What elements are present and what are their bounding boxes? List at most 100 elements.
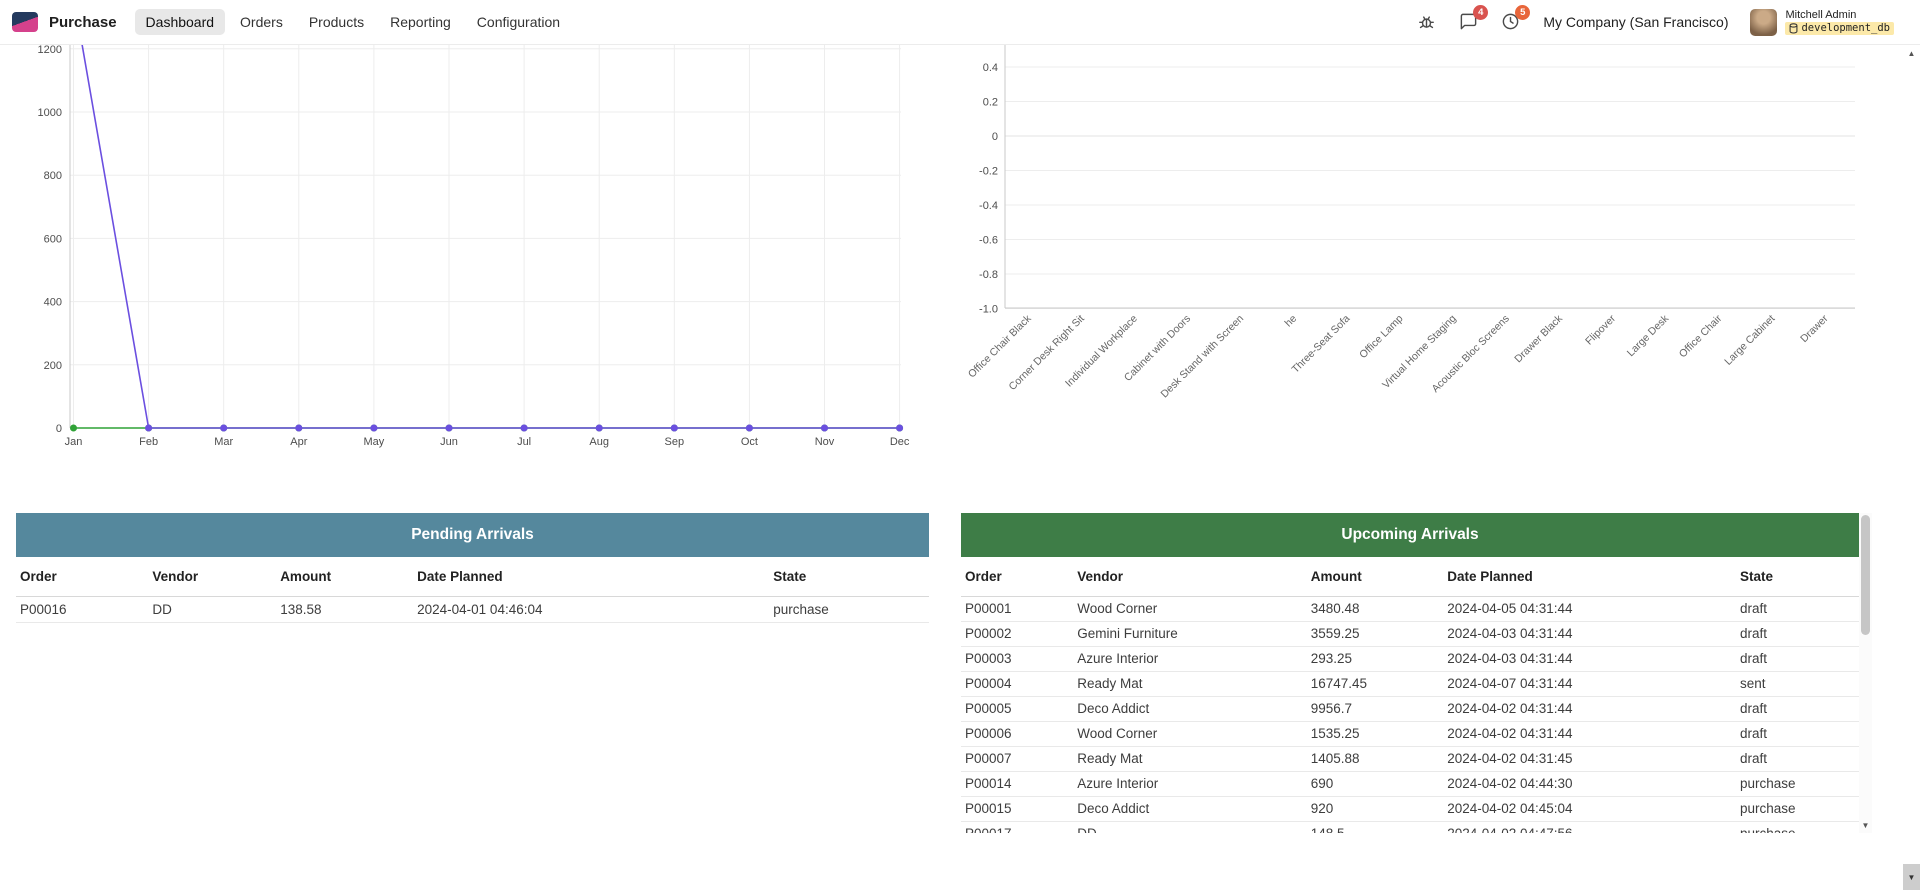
table-cell: P00003 [961,646,1073,671]
purchase-orders-line-chart[interactable]: 020040060080010001200JanFebMarAprMayJunJ… [0,45,920,457]
table-cell: 1535.25 [1307,721,1443,746]
column-header: State [769,557,929,596]
svg-text:0: 0 [56,423,62,435]
table-cell: draft [1736,621,1859,646]
table-cell: purchase [1736,821,1859,833]
app-switcher-icon[interactable] [12,12,38,32]
table-cell: draft [1736,596,1859,621]
bar-chart-canvas: 0.40.20-0.2-0.4-0.6-0.8-1.0Office Chair … [950,45,1872,457]
table-row[interactable]: P00004Ready Mat16747.452024-04-07 04:31:… [961,671,1859,696]
table-cell: P00004 [961,671,1073,696]
nav-right: 4 5 My Company (San Francisco) Mitchell … [1417,9,1908,36]
database-icon [1789,23,1798,34]
table-cell: 2024-04-07 04:31:44 [1443,671,1736,696]
scroll-down-button[interactable]: ▼ [1903,864,1920,890]
table-cell: sent [1736,671,1859,696]
svg-text:Drawer: Drawer [1798,312,1831,345]
table-scrollbar[interactable]: ▼ [1859,513,1872,833]
menu-products[interactable]: Products [298,9,375,35]
table-cell: 2024-04-03 04:31:44 [1443,646,1736,671]
svg-text:May: May [364,436,385,448]
table-cell: draft [1736,646,1859,671]
scroll-down-icon[interactable]: ▼ [1859,821,1872,830]
pending-arrivals-table: OrderVendorAmountDate PlannedState P0001… [16,557,929,623]
table-cell: 2024-04-01 04:46:04 [413,596,769,622]
svg-text:Apr: Apr [290,436,307,448]
table-cell: P00001 [961,596,1073,621]
table-cell: 2024-04-02 04:44:30 [1443,771,1736,796]
activities-badge: 5 [1515,5,1530,20]
debug-button[interactable] [1417,12,1437,32]
table-row[interactable]: P00005Deco Addict9956.72024-04-02 04:31:… [961,696,1859,721]
table-cell: purchase [1736,796,1859,821]
table-body: P00001Wood Corner3480.482024-04-05 04:31… [961,596,1859,833]
line-chart-canvas: 020040060080010001200JanFebMarAprMayJunJ… [0,45,920,457]
products-bar-chart[interactable]: 0.40.20-0.2-0.4-0.6-0.8-1.0Office Chair … [950,45,1872,457]
table-cell: P00014 [961,771,1073,796]
svg-text:600: 600 [44,233,62,245]
database-name: development_db [1801,22,1890,35]
svg-text:Feb: Feb [139,436,158,448]
svg-text:Mar: Mar [214,436,233,448]
svg-text:Large Cabinet: Large Cabinet [1722,313,1777,368]
user-block: Mitchell Admin development_db [1785,9,1894,36]
table-row[interactable]: P00003Azure Interior293.252024-04-03 04:… [961,646,1859,671]
menu-reporting[interactable]: Reporting [379,9,462,35]
app-name: Purchase [49,14,117,31]
table-cell: 2024-04-03 04:31:44 [1443,621,1736,646]
svg-text:Office Lamp: Office Lamp [1357,313,1405,361]
table-row[interactable]: P00001Wood Corner3480.482024-04-05 04:31… [961,596,1859,621]
table-row[interactable]: P00015Deco Addict9202024-04-02 04:45:04p… [961,796,1859,821]
svg-text:Drawer Black: Drawer Black [1512,312,1565,365]
table-cell: Ready Mat [1073,671,1306,696]
scroll-down-icon: ▼ [1908,873,1916,882]
table-cell: purchase [769,596,929,622]
table-cell: draft [1736,696,1859,721]
messages-button[interactable]: 4 [1459,12,1479,32]
table-cell: Azure Interior [1073,646,1306,671]
column-header: Order [16,557,148,596]
scroll-up-icon[interactable]: ▲ [1903,49,1920,58]
user-menu[interactable]: Mitchell Admin development_db [1750,9,1894,36]
table-row[interactable]: P00016DD138.582024-04-01 04:46:04purchas… [16,596,929,622]
table-cell: 1405.88 [1307,746,1443,771]
nav-left: Purchase Dashboard Orders Products Repor… [12,9,571,35]
avatar [1750,9,1777,36]
table-cell: 2024-04-02 04:31:44 [1443,696,1736,721]
activities-button[interactable]: 5 [1501,12,1521,32]
table-row[interactable]: P00007Ready Mat1405.882024-04-02 04:31:4… [961,746,1859,771]
svg-text:-0.8: -0.8 [979,269,998,281]
table-scrollbar-thumb[interactable] [1861,515,1870,635]
table-cell: 3480.48 [1307,596,1443,621]
table-cell: draft [1736,721,1859,746]
database-badge: development_db [1785,22,1894,35]
menu-orders[interactable]: Orders [229,9,294,35]
menu-dashboard[interactable]: Dashboard [135,9,226,35]
table-row[interactable]: P00017DD148.52024-04-02 04:47:56purchase [961,821,1859,833]
table-body: P00016DD138.582024-04-01 04:46:04purchas… [16,596,929,622]
bug-icon [1417,12,1436,31]
svg-text:Dec: Dec [890,436,910,448]
svg-text:he: he [1283,313,1300,330]
table-cell: P00015 [961,796,1073,821]
table-row[interactable]: P00002Gemini Furniture3559.252024-04-03 … [961,621,1859,646]
company-selector[interactable]: My Company (San Francisco) [1543,14,1728,30]
table-cell: 690 [1307,771,1443,796]
column-header: State [1736,557,1859,596]
svg-text:Jul: Jul [517,436,531,448]
svg-text:Sep: Sep [665,436,685,448]
table-cell: 16747.45 [1307,671,1443,696]
table-cell: DD [1073,821,1306,833]
table-row[interactable]: P00014Azure Interior6902024-04-02 04:44:… [961,771,1859,796]
table-cell: 138.58 [276,596,413,622]
messages-badge: 4 [1473,5,1488,20]
upcoming-arrivals-table: OrderVendorAmountDate PlannedState P0000… [961,557,1859,833]
table-row[interactable]: P00006Wood Corner1535.252024-04-02 04:31… [961,721,1859,746]
svg-text:1200: 1200 [38,45,62,56]
menu-configuration[interactable]: Configuration [466,9,571,35]
svg-text:200: 200 [44,360,62,372]
upcoming-arrivals-title: Upcoming Arrivals [961,513,1859,557]
pending-arrivals-card: Pending Arrivals OrderVendorAmountDate P… [16,513,929,833]
column-header: Date Planned [413,557,769,596]
page-scrollbar[interactable]: ▲ ▼ [1903,45,1920,890]
